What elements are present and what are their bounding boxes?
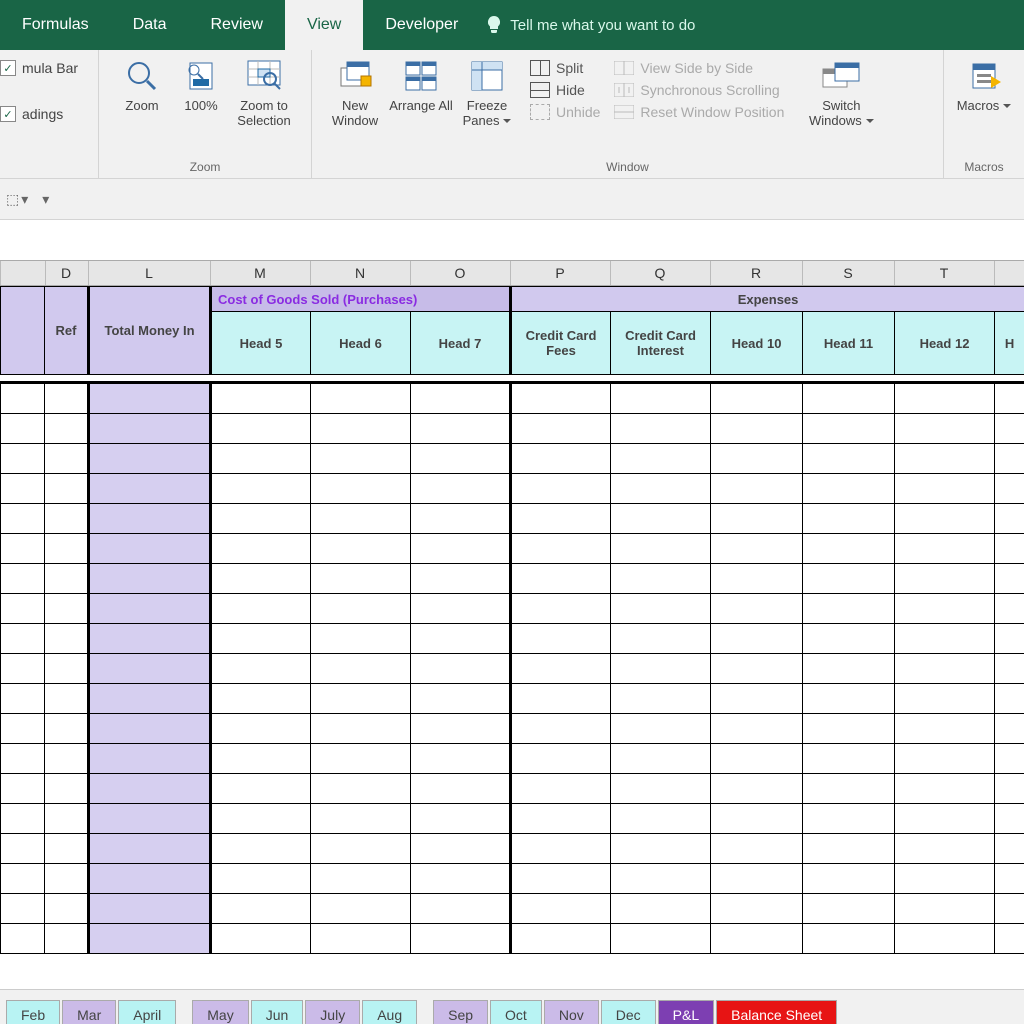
- sheet-tab-mar[interactable]: Mar: [62, 1000, 116, 1024]
- spreadsheet-grid[interactable]: Ref Total Money In Cost of Goods Sold (P…: [0, 286, 1024, 990]
- sheet-tab-pl[interactable]: P&L: [658, 1000, 714, 1024]
- col-S[interactable]: S: [802, 261, 895, 285]
- header-cogs: Cost of Goods Sold (Purchases): [211, 287, 511, 312]
- tab-review[interactable]: Review: [188, 0, 284, 50]
- side-by-side-icon: [614, 61, 634, 75]
- lightbulb-icon: [486, 15, 502, 35]
- col-Q[interactable]: Q: [610, 261, 711, 285]
- col-P[interactable]: P: [510, 261, 611, 285]
- ribbon-tab-strip: Formulas Data Review View Developer Tell…: [0, 0, 1024, 50]
- new-window-button[interactable]: New Window: [322, 54, 388, 128]
- zoom-100-button[interactable]: 100%: [175, 54, 227, 113]
- tab-view[interactable]: View: [285, 0, 363, 50]
- hide-button[interactable]: Hide: [530, 82, 600, 98]
- sheet-tab-feb[interactable]: Feb: [6, 1000, 60, 1024]
- sheet-tab-balance-sheet[interactable]: Balance Sheet: [716, 1000, 837, 1024]
- show-group-partial: ✓mula Bar ✓adings: [0, 50, 99, 178]
- macros-icon: [967, 58, 1001, 94]
- freeze-panes-button[interactable]: Freeze Panes: [454, 54, 520, 128]
- switch-windows-icon: [821, 58, 861, 94]
- header-blank: [1, 287, 45, 375]
- split-icon: [530, 60, 550, 76]
- sheet-tab-may[interactable]: May: [192, 1000, 248, 1024]
- tell-me-label: Tell me what you want to do: [510, 17, 695, 34]
- column-header-row[interactable]: D L M N O P Q R S T: [0, 260, 1024, 286]
- zoom-group-label: Zoom: [109, 160, 301, 176]
- header-cci: Credit Card Interest: [611, 312, 711, 375]
- col-N[interactable]: N: [310, 261, 411, 285]
- macros-group: Macros Macros: [944, 50, 1024, 178]
- sheet-tab-strip: Feb Mar April May Jun July Aug Sep Oct N…: [0, 989, 1024, 1024]
- col-more[interactable]: [994, 261, 1024, 285]
- header-head10: Head 10: [711, 312, 803, 375]
- tab-data[interactable]: Data: [111, 0, 189, 50]
- col-blank[interactable]: [0, 261, 46, 285]
- col-T[interactable]: T: [894, 261, 995, 285]
- reset-window-position-button: Reset Window Position: [614, 104, 784, 120]
- quick-access-toolbar: ⬚▾ ▾: [0, 179, 1024, 220]
- header-head5: Head 5: [211, 312, 311, 375]
- switch-windows-button[interactable]: Switch Windows: [802, 54, 880, 128]
- ribbon: ✓mula Bar ✓adings Zoom 100% Zoom to Sele…: [0, 50, 1024, 179]
- window-group-label: Window: [322, 160, 933, 176]
- sheet-tab-jun[interactable]: Jun: [251, 1000, 304, 1024]
- freeze-panes-icon: [470, 58, 504, 94]
- header-head11: Head 11: [803, 312, 895, 375]
- synchronous-scrolling-button: Synchronous Scrolling: [614, 82, 784, 98]
- macros-button[interactable]: Macros: [954, 54, 1014, 113]
- header-more: H: [995, 312, 1024, 375]
- unhide-icon: [530, 104, 550, 120]
- worksheet-area: D L M N O P Q R S T Ref Total Money In C…: [0, 220, 1024, 1024]
- sheet-tab-oct[interactable]: Oct: [490, 1000, 542, 1024]
- col-L[interactable]: L: [88, 261, 211, 285]
- zoom-selection-icon: [246, 58, 282, 94]
- sync-scroll-icon: [614, 83, 634, 97]
- zoom-icon: [125, 58, 159, 94]
- zoom-button[interactable]: Zoom: [109, 54, 175, 113]
- macros-group-label: Macros: [954, 160, 1014, 176]
- col-O[interactable]: O: [410, 261, 511, 285]
- qat-overflow[interactable]: ▾: [42, 191, 49, 208]
- zoom-100-icon: [184, 58, 218, 94]
- new-window-icon: [337, 58, 373, 94]
- reset-position-icon: [614, 105, 634, 119]
- tab-developer[interactable]: Developer: [363, 0, 480, 50]
- col-R[interactable]: R: [710, 261, 803, 285]
- view-side-by-side-button: View Side by Side: [614, 60, 784, 76]
- tab-formulas[interactable]: Formulas: [0, 0, 111, 50]
- sheet-tab-dec[interactable]: Dec: [601, 1000, 656, 1024]
- header-ccf: Credit Card Fees: [511, 312, 611, 375]
- sheet-tab-nov[interactable]: Nov: [544, 1000, 599, 1024]
- headings-checkbox[interactable]: ✓adings: [0, 106, 78, 122]
- sheet-tab-aug[interactable]: Aug: [362, 1000, 417, 1024]
- sheet-tab-april[interactable]: April: [118, 1000, 176, 1024]
- arrange-all-button[interactable]: Arrange All: [388, 54, 454, 113]
- unhide-button: Unhide: [530, 104, 600, 120]
- hide-icon: [530, 82, 550, 98]
- header-head6: Head 6: [311, 312, 411, 375]
- zoom-to-selection-button[interactable]: Zoom to Selection: [227, 54, 301, 128]
- window-group: New Window Arrange All Freeze Panes Spli…: [312, 50, 944, 178]
- formula-bar-checkbox[interactable]: ✓mula Bar: [0, 60, 78, 76]
- header-head12: Head 12: [895, 312, 995, 375]
- qat-item[interactable]: ⬚▾: [6, 191, 30, 208]
- col-M[interactable]: M: [210, 261, 311, 285]
- header-expenses: Expenses: [511, 287, 1024, 312]
- header-ref: Ref: [45, 287, 89, 375]
- tell-me-search[interactable]: Tell me what you want to do: [486, 15, 695, 35]
- zoom-group: Zoom 100% Zoom to Selection Zoom: [99, 50, 312, 178]
- split-button[interactable]: Split: [530, 60, 600, 76]
- header-head7: Head 7: [411, 312, 511, 375]
- arrange-all-icon: [404, 58, 438, 94]
- header-total-money-in: Total Money In: [89, 287, 211, 375]
- sheet-tab-july[interactable]: July: [305, 1000, 360, 1024]
- sheet-tab-sep[interactable]: Sep: [433, 1000, 488, 1024]
- col-D[interactable]: D: [44, 261, 89, 285]
